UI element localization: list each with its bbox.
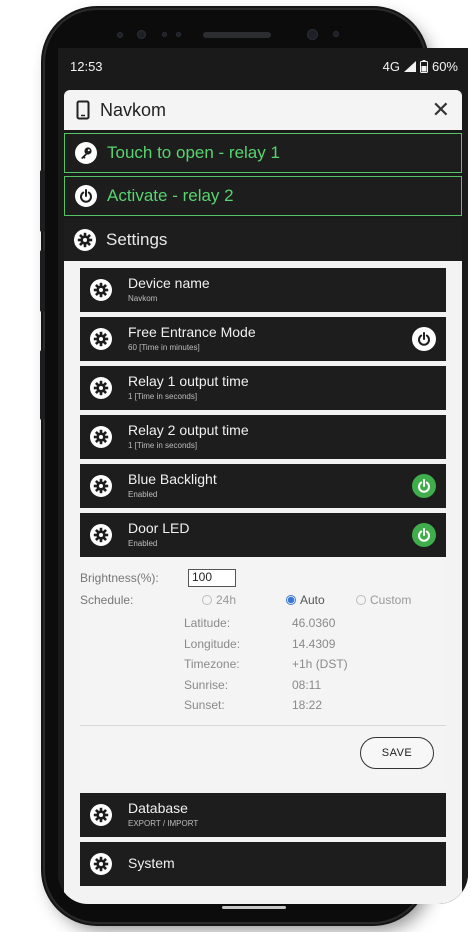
schedule-radio-24h[interactable]: 24h [202, 593, 286, 607]
info-value: 46.0360 [292, 616, 336, 630]
radio-label: Auto [300, 593, 325, 607]
setting-name: Device name [128, 274, 210, 291]
info-row-sunrise: Sunrise: 08:11 [184, 675, 321, 696]
front-camera [307, 29, 318, 40]
gear-icon [90, 853, 112, 875]
menu-label: Settings [106, 230, 168, 249]
phone-icon [76, 100, 90, 120]
page-title: Navkom [100, 99, 167, 120]
setting-device-name[interactable]: Device name Navkom [80, 268, 446, 312]
activate-relay-2-button[interactable]: Activate - relay 2 [64, 176, 462, 216]
info-value: 08:11 [292, 677, 322, 692]
menu-label: Activate - relay 2 [107, 186, 234, 205]
setting-relay-2-output-time[interactable]: Relay 2 output time 1 [Time in seconds] [80, 415, 446, 459]
radio-button-selected [286, 595, 296, 605]
network-type: 4G [382, 58, 400, 74]
status-bar: 12:53 4G 60% [58, 48, 468, 84]
setting-name: Free Entrance Mode [128, 323, 256, 340]
setting-database[interactable]: Database EXPORT / IMPORT [80, 793, 446, 837]
signal-icon [403, 60, 416, 72]
radio-label: 24h [216, 593, 237, 607]
settings-panel: Device name Navkom Free Entrance Mode 60… [64, 261, 462, 904]
touch-to-open-relay-1-button[interactable]: Touch to open - relay 1 [64, 133, 462, 173]
app-header: Navkom ✕ [64, 90, 462, 130]
radio-button [202, 595, 212, 605]
setting-value: EXPORT / IMPORT [128, 819, 199, 829]
radio-button [356, 595, 366, 605]
info-value: 18:22 [292, 698, 323, 712]
info-value: +1h (DST) [292, 657, 348, 671]
sensor-dot [162, 32, 167, 37]
schedule-radio-auto[interactable]: Auto [286, 593, 356, 607]
setting-name: Relay 1 output time [128, 372, 249, 389]
radio-label: Custom [370, 593, 412, 607]
info-row-sunset: Sunset: 18:22 [184, 695, 322, 716]
setting-value: Enabled [128, 490, 158, 500]
door-led-power-toggle[interactable] [412, 523, 436, 547]
sensor-dot [117, 32, 123, 38]
battery-level: 60% [431, 58, 458, 74]
info-row-longitude: Longitude: 14.4309 [184, 634, 335, 655]
setting-name: Door LED [128, 519, 190, 536]
battery-icon [419, 59, 428, 73]
door-led-settings: Brightness(%): 100 Schedule: 24h Auto Cu… [80, 557, 446, 787]
volume-up-button [40, 170, 45, 232]
sensor-dot [176, 32, 181, 37]
gear-icon [90, 377, 112, 399]
info-label: Latitude: [184, 616, 231, 630]
brightness-input[interactable]: 100 [188, 569, 236, 587]
setting-blue-backlight[interactable]: Blue Backlight Enabled [80, 464, 446, 508]
settings-menu-row[interactable]: Settings [64, 219, 462, 261]
free-entrance-power-toggle[interactable] [412, 327, 436, 351]
power-icon [75, 185, 97, 207]
home-indicator[interactable] [222, 906, 286, 909]
setting-value: 1 [Time in seconds] [128, 392, 198, 402]
setting-door-led[interactable]: Door LED Enabled [80, 513, 446, 557]
setting-name: System [128, 855, 175, 872]
info-row-timezone: Timezone: +1h (DST) [184, 654, 348, 675]
location-info: Latitude: 46.0360 Longitude: 14.4309 Tim… [184, 613, 348, 716]
bixby-button [40, 350, 45, 420]
setting-name: Relay 2 output time [128, 421, 249, 438]
brightness-label: Brightness(%): [80, 571, 159, 585]
gear-icon [90, 426, 112, 448]
earpiece-speaker [203, 32, 271, 38]
sensor-dot [137, 30, 146, 39]
info-value: 14.4309 [292, 636, 336, 651]
menu-label: Touch to open - relay 1 [107, 143, 280, 162]
schedule-label: Schedule: [80, 593, 134, 607]
schedule-radio-custom[interactable]: Custom [356, 593, 411, 607]
gear-icon [90, 475, 112, 497]
setting-system[interactable]: System [80, 842, 446, 886]
setting-name: Blue Backlight [128, 470, 217, 487]
divider [80, 725, 446, 726]
info-label: Sunrise: [184, 677, 229, 692]
setting-value: 60 [Time in minutes] [128, 343, 200, 353]
setting-name: Database [128, 799, 188, 816]
info-label: Timezone: [184, 657, 240, 671]
gear-icon [90, 328, 112, 350]
blue-backlight-power-toggle[interactable] [412, 474, 436, 498]
status-time: 12:53 [70, 58, 103, 74]
setting-value: 1 [Time in seconds] [128, 441, 198, 451]
info-label: Longitude: [184, 636, 241, 651]
sensor-dot [333, 31, 339, 37]
setting-free-entrance-mode[interactable]: Free Entrance Mode 60 [Time in minutes] [80, 317, 446, 361]
key-icon [75, 142, 97, 164]
info-label: Sunset: [184, 698, 225, 712]
phone-screen: 12:53 4G 60% Navkom ✕ Touch to open - re… [58, 48, 468, 904]
info-row-latitude: Latitude: 46.0360 [184, 613, 335, 634]
setting-value: Navkom [128, 294, 158, 304]
setting-value: Enabled [128, 539, 158, 549]
gear-icon [90, 804, 112, 826]
setting-relay-1-output-time[interactable]: Relay 1 output time 1 [Time in seconds] [80, 366, 446, 410]
gear-icon [90, 279, 112, 301]
gear-icon [90, 524, 112, 546]
gear-icon [74, 229, 96, 251]
volume-down-button [40, 250, 45, 312]
close-icon[interactable]: ✕ [432, 97, 450, 123]
save-button[interactable]: SAVE [360, 737, 434, 769]
